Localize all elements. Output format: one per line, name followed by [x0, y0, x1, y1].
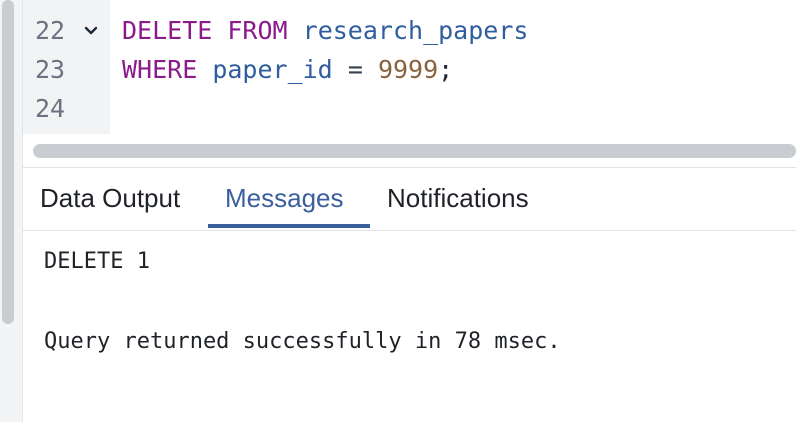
line-number: 23 [35, 55, 66, 84]
active-tab-indicator [208, 224, 370, 228]
tab-notifications[interactable]: Notifications [387, 168, 529, 228]
sql-editor[interactable]: 22 DELETE FROM research_papers 23 WHERE … [23, 0, 796, 168]
column-identifier: paper_id [212, 55, 333, 84]
code-text: DELETE FROM research_papers [122, 12, 528, 50]
table-identifier: research_papers [302, 16, 529, 45]
outer-scrollbar-thumb[interactable] [2, 0, 14, 324]
message-query-status: Query returned successfully in 78 msec. [44, 329, 561, 354]
line-number: 22 [35, 16, 66, 45]
tab-data-output[interactable]: Data Output [40, 168, 180, 228]
fold-chevron-icon[interactable] [81, 12, 101, 50]
code-line-24[interactable]: 24 [23, 90, 796, 128]
tab-messages[interactable]: Messages [225, 168, 344, 228]
keyword-where: WHERE [122, 55, 198, 84]
outer-vertical-scrollbar[interactable] [0, 0, 23, 422]
line-number: 24 [35, 94, 66, 123]
editor-horizontal-scrollbar[interactable] [33, 144, 796, 158]
keyword-delete: DELETE [122, 16, 213, 45]
messages-panel: DELETE 1 Query returned successfully in … [23, 231, 796, 422]
code-text: WHERE paper_id = 9999; [122, 51, 453, 89]
number-literal: 9999 [377, 55, 439, 84]
code-line-22[interactable]: 22 DELETE FROM research_papers [23, 12, 796, 50]
message-delete-count: DELETE 1 [44, 249, 150, 274]
results-tab-bar: Data Output Messages Notifications [23, 168, 796, 231]
keyword-from: FROM [227, 16, 288, 45]
semicolon: ; [438, 55, 454, 84]
code-line-23[interactable]: 23 WHERE paper_id = 9999; [23, 51, 796, 89]
operator: = [347, 55, 363, 84]
